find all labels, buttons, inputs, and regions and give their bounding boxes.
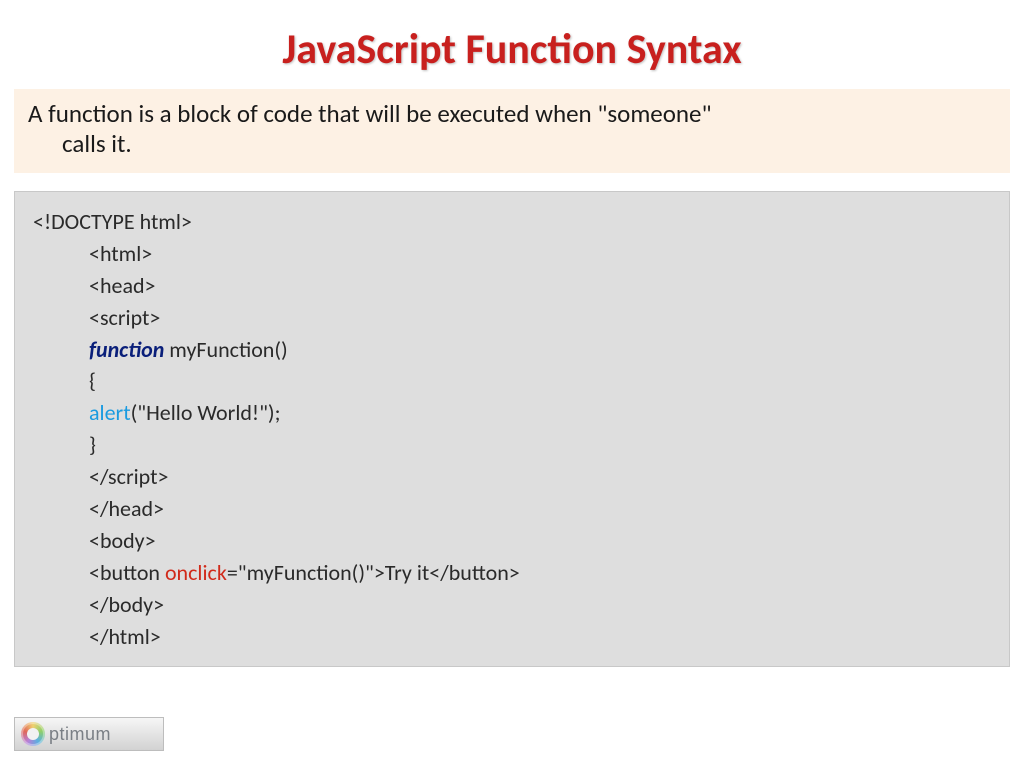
code-text: <script> bbox=[89, 304, 160, 331]
code-text: </body> bbox=[89, 591, 164, 618]
code-line-5: function myFunction() bbox=[33, 334, 995, 366]
code-line-9: </script> bbox=[33, 461, 995, 493]
keyword-alert: alert bbox=[89, 399, 131, 426]
code-text: } bbox=[89, 431, 96, 458]
code-text: <body> bbox=[89, 527, 156, 554]
code-line-2: <html> bbox=[33, 238, 995, 270]
slide-title: JavaScript Function Syntax bbox=[0, 0, 1024, 89]
code-line-1: <!DOCTYPE html> bbox=[33, 206, 995, 238]
code-line-6: { bbox=[33, 365, 995, 397]
logo-ring-icon bbox=[21, 722, 45, 746]
code-text: <button bbox=[89, 559, 165, 586]
keyword-onclick: onclick bbox=[165, 559, 227, 586]
code-line-14: </html> bbox=[33, 621, 995, 653]
code-text: myFunction() bbox=[164, 336, 287, 363]
code-line-11: <body> bbox=[33, 525, 995, 557]
intro-line-1: A function is a block of code that will … bbox=[28, 98, 712, 129]
code-text: <html> bbox=[89, 240, 152, 267]
logo-text: ptimum bbox=[49, 724, 111, 745]
code-line-12: <button onclick="myFunction()">Try it</b… bbox=[33, 557, 995, 589]
code-line-13: </body> bbox=[33, 589, 995, 621]
code-text: </script> bbox=[89, 463, 168, 490]
intro-box: A function is a block of code that will … bbox=[14, 89, 1010, 173]
code-line-7: alert("Hello World!"); bbox=[33, 397, 995, 429]
code-line-10: </head> bbox=[33, 493, 995, 525]
code-line-4: <script> bbox=[33, 302, 995, 334]
keyword-function: function bbox=[89, 336, 164, 363]
code-text: <head> bbox=[89, 272, 156, 299]
code-line-8: } bbox=[33, 429, 995, 461]
code-text: </html> bbox=[89, 623, 161, 650]
code-text: { bbox=[89, 367, 96, 394]
intro-line-2: calls it. bbox=[28, 129, 996, 159]
code-text: ="myFunction()">Try it</button> bbox=[227, 559, 520, 586]
brand-logo: ptimum bbox=[14, 717, 164, 751]
code-text: </head> bbox=[89, 495, 164, 522]
code-example: <!DOCTYPE html> <html> <head> <script> f… bbox=[14, 191, 1010, 667]
code-text: ("Hello World!"); bbox=[131, 399, 281, 426]
code-line-3: <head> bbox=[33, 270, 995, 302]
code-text: <!DOCTYPE html> bbox=[33, 208, 192, 235]
